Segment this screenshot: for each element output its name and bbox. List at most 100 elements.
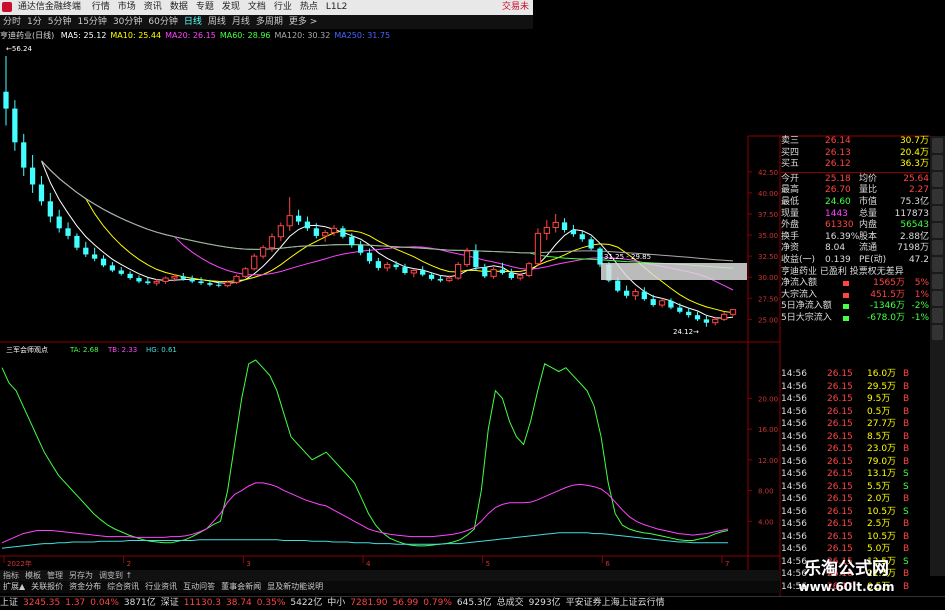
quote-value: 56543 bbox=[900, 220, 929, 231]
tick-row[interactable]: 14:56 26.15 23.0万 B bbox=[781, 443, 929, 456]
tick-volume: 9.5万 bbox=[867, 394, 891, 404]
tick-time: 14:56 bbox=[781, 456, 807, 467]
quote-label: 换手 bbox=[781, 231, 800, 242]
tick-row[interactable]: 14:56 26.15 16.0万 B bbox=[781, 368, 929, 381]
sidebar-button-11[interactable] bbox=[932, 308, 943, 323]
status-item: 上证 bbox=[0, 598, 19, 608]
tick-row[interactable]: 14:56 26.15 10.5万 S bbox=[781, 506, 929, 519]
tick-volume: 16.0万 bbox=[867, 369, 897, 379]
candle bbox=[286, 197, 293, 231]
candle bbox=[729, 309, 737, 316]
quote-label: 收益(一) bbox=[781, 254, 816, 265]
candle bbox=[410, 268, 417, 278]
candle bbox=[570, 224, 577, 237]
date-tick-label: 3 bbox=[246, 560, 250, 568]
bottom-tab[interactable]: 扩展▲ bbox=[3, 582, 25, 591]
sidebar-button-2[interactable] bbox=[932, 155, 943, 170]
candle bbox=[375, 257, 381, 271]
candle bbox=[703, 315, 710, 327]
ma60-line bbox=[41, 160, 734, 269]
quote-row: 最高 26.70 量比 2.27 bbox=[781, 185, 929, 197]
sidebar-button-4[interactable] bbox=[932, 189, 943, 204]
bottom-tab[interactable]: 调变到 ↑ bbox=[99, 571, 132, 580]
tick-time: 14:56 bbox=[781, 369, 807, 379]
tick-row[interactable]: 14:56 26.15 9.5万 B bbox=[781, 393, 929, 406]
bottom-tab[interactable]: 互动问答 bbox=[183, 582, 215, 591]
bottom-tab[interactable]: 资金分布 bbox=[69, 582, 101, 591]
tick-volume: 0.5万 bbox=[867, 406, 891, 417]
status-item: 9293亿 bbox=[528, 598, 561, 608]
tick-volume: 10.5万 bbox=[867, 531, 897, 542]
sidebar-button-5[interactable] bbox=[932, 206, 943, 221]
sidebar-button-9[interactable] bbox=[932, 274, 943, 289]
bottom-tab[interactable]: 模板 bbox=[25, 571, 41, 580]
date-tick-label: 2022年 bbox=[7, 559, 32, 568]
indicator-legend-item: TA: 2.68 bbox=[69, 346, 99, 354]
tick-row[interactable]: 14:56 26.15 5.5万 S bbox=[781, 481, 929, 494]
sidebar-button-6[interactable] bbox=[932, 223, 943, 238]
sidebar-button-7[interactable] bbox=[932, 240, 943, 255]
indicator-toolbar: 指标 模板 管理 另存为 调变到 ↑ bbox=[0, 570, 780, 581]
quote-value: 0.139 bbox=[825, 254, 851, 265]
indicator-title: 三军会师观点 bbox=[6, 345, 48, 354]
tick-volume: 2.5万 bbox=[867, 519, 891, 529]
tick-time: 14:56 bbox=[781, 444, 807, 454]
price-tick-label: 25.00 bbox=[758, 316, 778, 324]
quote-label: 现量 bbox=[781, 208, 800, 219]
order-book-row: 买四 26.13 20.4万 bbox=[781, 148, 929, 160]
tick-row[interactable]: 14:56 26.15 5.0万 B bbox=[781, 543, 929, 556]
sidebar-button-10[interactable] bbox=[932, 291, 943, 306]
sidebar-button-3[interactable] bbox=[932, 172, 943, 187]
bottom-tab[interactable]: 董事会新闻 bbox=[221, 582, 261, 591]
bottom-tab[interactable]: 另存为 bbox=[69, 571, 93, 580]
candle bbox=[490, 267, 497, 279]
tick-row[interactable]: 14:56 26.15 79.0万 B bbox=[781, 456, 929, 469]
tick-price: 26.15 bbox=[827, 519, 853, 529]
quote-label: 内盘 bbox=[859, 220, 878, 231]
status-item: 56.99 bbox=[392, 598, 419, 608]
tick-row[interactable]: 14:56 26.15 29.5万 B bbox=[781, 381, 929, 394]
candle bbox=[3, 56, 9, 126]
fund-flow-label: 5日净流入额 bbox=[781, 301, 832, 312]
quote-value: 2.27 bbox=[908, 185, 929, 196]
tick-row[interactable]: 14:56 26.15 27.7万 B bbox=[781, 418, 929, 431]
quote-row: 今开 25.18 均价 25.64 bbox=[781, 174, 929, 186]
tick-direction: B bbox=[903, 394, 910, 404]
candle bbox=[552, 213, 559, 233]
sidebar-button-8[interactable] bbox=[932, 257, 943, 272]
watermark-title: 乐淘公式网 bbox=[804, 559, 889, 579]
tick-row[interactable]: 14:56 26.15 2.5万 B bbox=[781, 518, 929, 531]
tick-price: 26.15 bbox=[827, 381, 853, 392]
candle bbox=[358, 240, 364, 256]
quote-row: 最低 24.60 市值 75.3亿 bbox=[781, 197, 929, 209]
indicator-legend-item: HG: 0.61 bbox=[146, 346, 177, 354]
order-book-price: 26.13 bbox=[825, 147, 851, 158]
candle bbox=[482, 263, 488, 279]
bottom-tab[interactable]: 关联报价 bbox=[31, 582, 63, 591]
candle bbox=[473, 244, 479, 271]
tick-row[interactable]: 14:56 26.15 8.5万 B bbox=[781, 431, 929, 444]
tick-row[interactable]: 14:56 26.15 13.1万 S bbox=[781, 468, 929, 481]
bottom-tab[interactable]: 指标 bbox=[3, 571, 19, 580]
sidebar-button-12[interactable] bbox=[932, 325, 943, 340]
fund-flow-value: -678.0万 bbox=[866, 312, 905, 323]
bottom-tab[interactable]: 显及新功能说明 bbox=[267, 582, 323, 591]
tick-row[interactable]: 14:56 26.15 0.5万 B bbox=[781, 406, 929, 419]
order-book-volume: 20.4万 bbox=[899, 147, 929, 158]
sidebar-button-1[interactable] bbox=[932, 138, 943, 153]
fund-flow-value: 451.5万 bbox=[870, 289, 905, 300]
bottom-tab[interactable]: 综合资讯 bbox=[107, 582, 139, 591]
candle bbox=[402, 263, 408, 275]
fund-flow-row: 大宗流入 451.5万 1% bbox=[781, 290, 929, 302]
quote-label: 总量 bbox=[859, 208, 878, 219]
tick-row[interactable]: 14:56 26.15 10.5万 B bbox=[781, 531, 929, 544]
bottom-tab[interactable]: 行业资讯 bbox=[145, 582, 177, 591]
low-price-label: 24.12→ bbox=[673, 328, 699, 336]
order-book-label: 卖三 bbox=[781, 136, 800, 146]
candle bbox=[543, 219, 550, 241]
indicator-lines bbox=[1, 359, 729, 549]
bottom-tab[interactable]: 管理 bbox=[47, 571, 63, 580]
quote-label: 今开 bbox=[781, 173, 800, 184]
tick-row[interactable]: 14:56 26.15 2.0万 B bbox=[781, 493, 929, 506]
order-book-price: 26.14 bbox=[825, 136, 851, 146]
